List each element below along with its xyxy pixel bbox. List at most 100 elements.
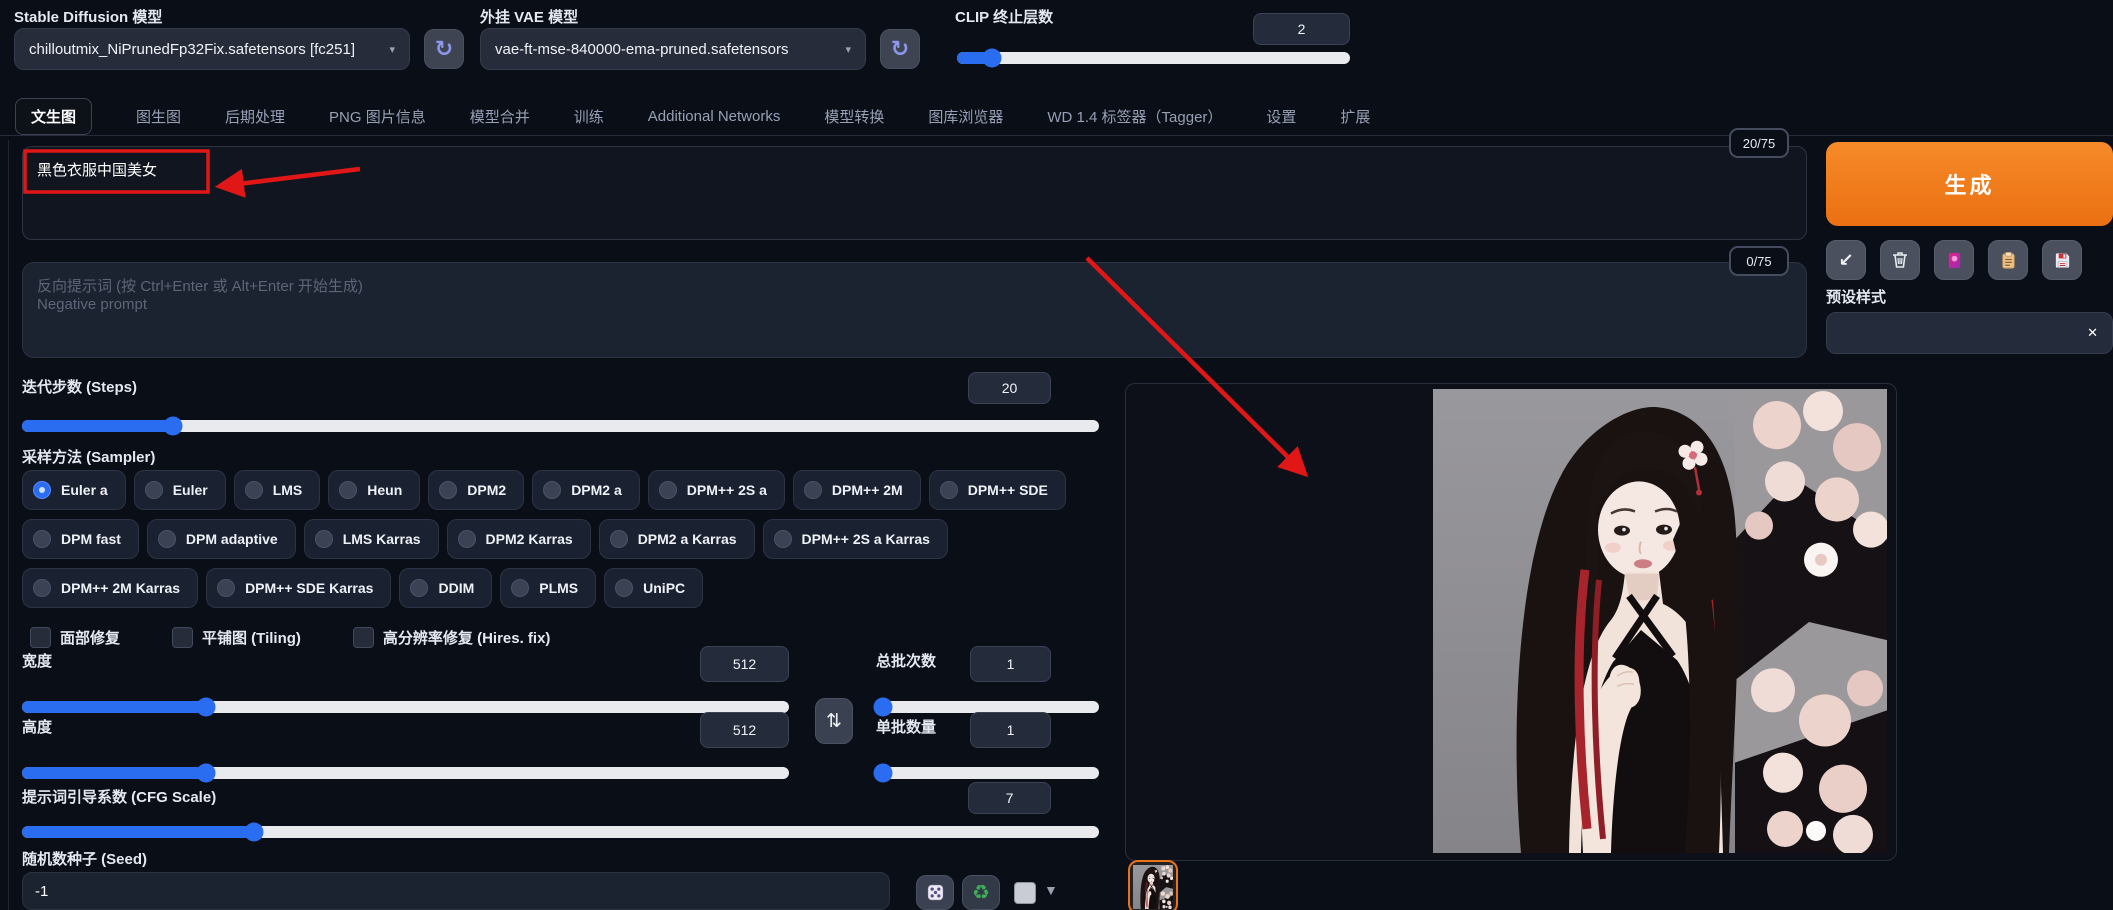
- slider-thumb[interactable]: [983, 49, 1002, 68]
- checkbox-icon[interactable]: [172, 627, 193, 648]
- radio-icon: [33, 579, 51, 597]
- cfg-slider[interactable]: [22, 826, 1099, 838]
- sampler-option[interactable]: DDIM: [399, 568, 492, 608]
- radio-icon: [774, 530, 792, 548]
- read-params-button[interactable]: ↙: [1826, 240, 1866, 280]
- radio-icon: [615, 579, 633, 597]
- content-left-border: [8, 140, 9, 910]
- steps-slider[interactable]: [22, 420, 1099, 432]
- sampler-option[interactable]: PLMS: [500, 568, 596, 608]
- random-seed-button[interactable]: [916, 875, 954, 910]
- checkbox-icon[interactable]: [30, 627, 51, 648]
- sampler-option[interactable]: DPM++ 2S a: [648, 470, 785, 510]
- sampler-label: 采样方法 (Sampler): [22, 446, 155, 467]
- toggle-checkbox[interactable]: 面部修复: [30, 627, 120, 648]
- sampler-option[interactable]: DPM++ 2S a Karras: [763, 519, 948, 559]
- vae-label: 外挂 VAE 模型: [480, 6, 578, 27]
- seed-input[interactable]: [22, 872, 890, 910]
- generated-image[interactable]: [1433, 389, 1887, 853]
- batch-count-value[interactable]: 1: [970, 646, 1051, 682]
- tab[interactable]: 图生图: [136, 99, 181, 134]
- sampler-option[interactable]: DPM++ 2M: [793, 470, 921, 510]
- sampler-option[interactable]: Euler a: [22, 470, 126, 510]
- model-label: Stable Diffusion 模型: [14, 6, 162, 27]
- tab[interactable]: 设置: [1266, 99, 1296, 134]
- radio-icon: [145, 481, 163, 499]
- slider-thumb[interactable]: [873, 764, 892, 783]
- steps-value[interactable]: 20: [968, 372, 1051, 404]
- tab[interactable]: 后期处理: [225, 99, 285, 134]
- sampler-option[interactable]: Heun: [328, 470, 420, 510]
- prompt-input[interactable]: 黑色衣服中国美女: [22, 146, 1807, 240]
- clip-skip-slider[interactable]: [957, 52, 1350, 64]
- close-icon[interactable]: ✕: [2077, 325, 2098, 341]
- styles-select[interactable]: ✕: [1826, 312, 2113, 354]
- sampler-option[interactable]: DPM adaptive: [147, 519, 296, 559]
- stable-diffusion-webui: Stable Diffusion 模型 chilloutmix_NiPruned…: [0, 0, 2113, 910]
- seed-extra-caret-icon[interactable]: ▼: [1044, 882, 1058, 898]
- generate-button[interactable]: 生成: [1826, 142, 2113, 226]
- sampler-option[interactable]: UniPC: [604, 568, 703, 608]
- sampler-option[interactable]: Euler: [134, 470, 226, 510]
- tab[interactable]: 文生图: [15, 98, 92, 135]
- main-tabs: 文生图 图生图 后期处理 PNG 图片信息 模型合并 训练 Additional Netwo…: [0, 98, 2113, 136]
- model-select[interactable]: chilloutmix_NiPrunedFp32Fix.safetensors …: [14, 28, 410, 70]
- toggle-checkbox[interactable]: 高分辨率修复 (Hires. fix): [353, 627, 551, 648]
- extra-networks-button[interactable]: [1934, 240, 1974, 280]
- radio-icon: [610, 530, 628, 548]
- sampler-option[interactable]: DPM++ SDE Karras: [206, 568, 391, 608]
- swap-dimensions-button[interactable]: ⇅: [815, 698, 853, 744]
- sampler-option[interactable]: DPM fast: [22, 519, 139, 559]
- seed-label: 随机数种子 (Seed): [22, 848, 147, 869]
- tab[interactable]: PNG 图片信息: [329, 99, 426, 134]
- sampler-option[interactable]: DPM++ 2M Karras: [22, 568, 198, 608]
- batch-size-value[interactable]: 1: [970, 712, 1051, 748]
- sampler-option[interactable]: LMS Karras: [304, 519, 439, 559]
- clear-prompt-button[interactable]: [1880, 240, 1920, 280]
- sampler-option[interactable]: DPM2 a: [532, 470, 640, 510]
- negative-token-counter: 0/75: [1729, 246, 1789, 276]
- tab[interactable]: 扩展: [1340, 99, 1370, 134]
- toggle-checkbox[interactable]: 平铺图 (Tiling): [172, 627, 301, 648]
- tab[interactable]: Additional Networks: [648, 101, 781, 132]
- width-value[interactable]: 512: [700, 646, 789, 682]
- negative-prompt-input[interactable]: [22, 262, 1807, 358]
- radio-icon: [33, 530, 51, 548]
- batch-size-label: 单批数量: [876, 716, 936, 737]
- slider-thumb[interactable]: [244, 823, 263, 842]
- sampler-option[interactable]: LMS: [234, 470, 321, 510]
- cfg-value[interactable]: 7: [968, 782, 1051, 814]
- sampler-option[interactable]: DPM2 a Karras: [599, 519, 755, 559]
- sampler-option[interactable]: DPM2 Karras: [447, 519, 591, 559]
- height-slider[interactable]: [22, 767, 789, 779]
- width-slider[interactable]: [22, 701, 789, 713]
- tab[interactable]: 模型转换: [824, 99, 884, 134]
- tab[interactable]: 图库浏览器: [928, 99, 1003, 134]
- height-value[interactable]: 512: [700, 712, 789, 748]
- slider-thumb[interactable]: [197, 764, 216, 783]
- gallery-thumbnail[interactable]: [1128, 860, 1178, 910]
- tab[interactable]: 训练: [574, 99, 604, 134]
- sampler-option[interactable]: DPM++ SDE: [929, 470, 1066, 510]
- save-style-button[interactable]: [2042, 240, 2082, 280]
- vae-refresh-button[interactable]: ↻: [880, 29, 920, 69]
- quick-tools-row: ↙: [1826, 240, 2082, 280]
- seed-extra-checkbox[interactable]: [1014, 882, 1036, 904]
- reuse-seed-button[interactable]: ♻: [962, 875, 1000, 910]
- height-label: 高度: [22, 716, 52, 737]
- batch-count-label: 总批次数: [876, 650, 936, 671]
- batch-size-slider[interactable]: [876, 767, 1099, 779]
- apply-style-button[interactable]: [1988, 240, 2028, 280]
- sampler-option[interactable]: DPM2: [428, 470, 524, 510]
- slider-thumb[interactable]: [163, 417, 182, 436]
- slider-thumb[interactable]: [197, 698, 216, 717]
- vae-select[interactable]: vae-ft-mse-840000-ema-pruned.safetensors…: [480, 28, 866, 70]
- slider-thumb[interactable]: [873, 698, 892, 717]
- checkbox-icon[interactable]: [353, 627, 374, 648]
- cfg-label: 提示词引导系数 (CFG Scale): [22, 786, 216, 807]
- model-refresh-button[interactable]: ↻: [424, 29, 464, 69]
- tab[interactable]: WD 1.4 标签器（Tagger）: [1047, 99, 1222, 134]
- radio-icon: [439, 481, 457, 499]
- tab[interactable]: 模型合并: [470, 99, 530, 134]
- clip-skip-value[interactable]: 2: [1253, 13, 1350, 45]
